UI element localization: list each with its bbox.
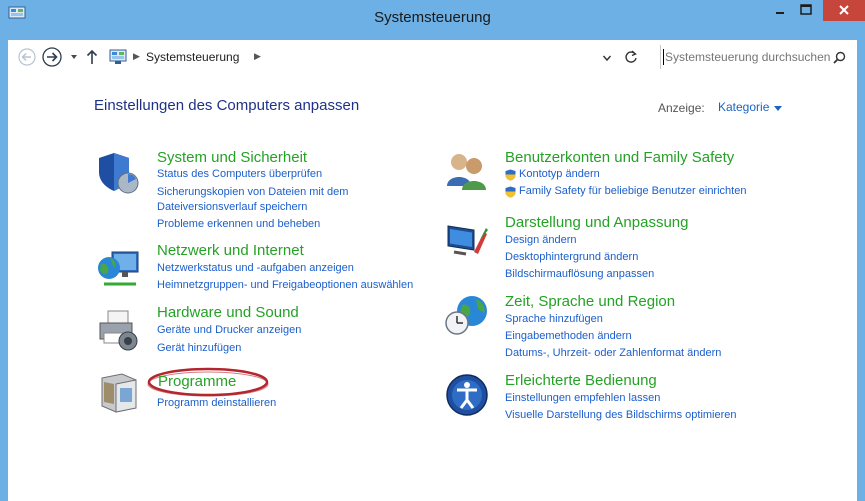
network-globe-icon[interactable] bbox=[96, 246, 142, 292]
address-bar[interactable]: ▶ Systemsteuerung ▶ bbox=[106, 45, 654, 69]
category-network-internet[interactable]: Netzwerk und Internet bbox=[157, 242, 304, 259]
maximize-icon bbox=[800, 4, 812, 15]
breadcrumb-separator-icon[interactable]: ▶ bbox=[254, 51, 261, 62]
view-by-label: Anzeige: bbox=[658, 101, 705, 115]
category-ease-of-access[interactable]: Erleichterte Bedienung bbox=[505, 372, 657, 389]
close-icon bbox=[839, 5, 849, 15]
programs-box-icon[interactable] bbox=[96, 370, 142, 416]
minimize-button[interactable] bbox=[767, 0, 793, 21]
link-file-history-backup[interactable]: Sicherungskopien von Dateien mit dem Dat… bbox=[157, 185, 377, 215]
refresh-icon[interactable] bbox=[624, 50, 638, 64]
search-icon[interactable] bbox=[833, 51, 846, 64]
close-button[interactable] bbox=[823, 0, 865, 21]
category-user-accounts[interactable]: Benutzerkonten und Family Safety bbox=[505, 149, 734, 166]
link-troubleshoot[interactable]: Probleme erkennen und beheben bbox=[157, 218, 320, 230]
up-arrow-icon[interactable] bbox=[86, 49, 98, 65]
link-date-time-format[interactable]: Datums-, Uhrzeit- oder Zahlenformat ände… bbox=[505, 347, 721, 359]
window-title: Systemsteuerung bbox=[374, 9, 491, 26]
title-bar[interactable]: Systemsteuerung bbox=[0, 0, 865, 40]
search-box[interactable] bbox=[660, 45, 850, 69]
link-uninstall-program[interactable]: Programm deinstallieren bbox=[157, 397, 276, 409]
link-screen-resolution[interactable]: Bildschirmauflösung anpassen bbox=[505, 268, 654, 280]
maximize-button[interactable] bbox=[793, 0, 819, 21]
minimize-icon bbox=[776, 12, 784, 14]
link-change-account-type[interactable]: Kontotyp ändern bbox=[519, 168, 600, 180]
display-brush-icon[interactable] bbox=[444, 218, 490, 264]
accessibility-icon[interactable] bbox=[444, 372, 490, 418]
back-arrow-icon[interactable] bbox=[18, 48, 36, 66]
search-input[interactable] bbox=[665, 50, 830, 64]
clock-globe-icon[interactable] bbox=[444, 293, 490, 339]
link-check-status[interactable]: Status des Computers überprüfen bbox=[157, 168, 322, 180]
category-appearance[interactable]: Darstellung und Anpassung bbox=[505, 214, 688, 231]
text-cursor bbox=[663, 49, 664, 65]
link-homegroup-sharing[interactable]: Heimnetzgruppen- und Freigabeoptionen au… bbox=[157, 279, 413, 291]
chevron-down-icon[interactable] bbox=[774, 106, 782, 111]
breadcrumb-control-panel[interactable]: Systemsteuerung bbox=[146, 50, 239, 64]
link-recommend-settings[interactable]: Einstellungen empfehlen lassen bbox=[505, 392, 660, 404]
link-optimize-display[interactable]: Visuelle Darstellung des Bildschirms opt… bbox=[505, 409, 737, 421]
uac-shield-icon bbox=[505, 186, 516, 198]
users-icon[interactable] bbox=[444, 150, 490, 196]
control-panel-window: Systemsteuerung ▶ Systemsteuerung ▶ Syst… bbox=[0, 0, 865, 501]
navigation-bar: ▶ Systemsteuerung ▶ bbox=[8, 40, 857, 74]
forward-arrow-icon[interactable] bbox=[42, 47, 62, 67]
link-add-device[interactable]: Gerät hinzufügen bbox=[157, 342, 241, 354]
link-change-background[interactable]: Desktophintergrund ändern bbox=[505, 251, 638, 263]
control-panel-icon bbox=[109, 49, 127, 64]
category-system-security[interactable]: System und Sicherheit bbox=[157, 149, 307, 166]
page-title: Einstellungen des Computers anpassen bbox=[94, 97, 360, 114]
breadcrumb-separator-icon[interactable]: ▶ bbox=[133, 51, 140, 62]
chevron-down-icon[interactable] bbox=[69, 52, 79, 62]
view-by-dropdown[interactable]: Kategorie bbox=[718, 100, 769, 114]
link-add-language[interactable]: Sprache hinzufügen bbox=[505, 313, 603, 325]
category-hardware-sound[interactable]: Hardware und Sound bbox=[157, 304, 299, 321]
link-family-safety[interactable]: Family Safety für beliebige Benutzer ein… bbox=[519, 185, 746, 197]
link-devices-printers[interactable]: Geräte und Drucker anzeigen bbox=[157, 324, 301, 336]
address-dropdown-icon[interactable] bbox=[602, 53, 612, 63]
category-time-language-region[interactable]: Zeit, Sprache und Region bbox=[505, 293, 675, 310]
category-programs[interactable]: Programme bbox=[158, 373, 236, 390]
link-network-status[interactable]: Netzwerkstatus und -aufgaben anzeigen bbox=[157, 262, 354, 274]
printer-speaker-icon[interactable] bbox=[96, 307, 142, 353]
shield-icon[interactable] bbox=[96, 150, 142, 196]
link-change-theme[interactable]: Design ändern bbox=[505, 234, 577, 246]
uac-shield-icon bbox=[505, 169, 516, 181]
control-panel-content: Einstellungen des Computers anpassen Anz… bbox=[8, 74, 857, 501]
link-input-methods[interactable]: Eingabemethoden ändern bbox=[505, 330, 632, 342]
